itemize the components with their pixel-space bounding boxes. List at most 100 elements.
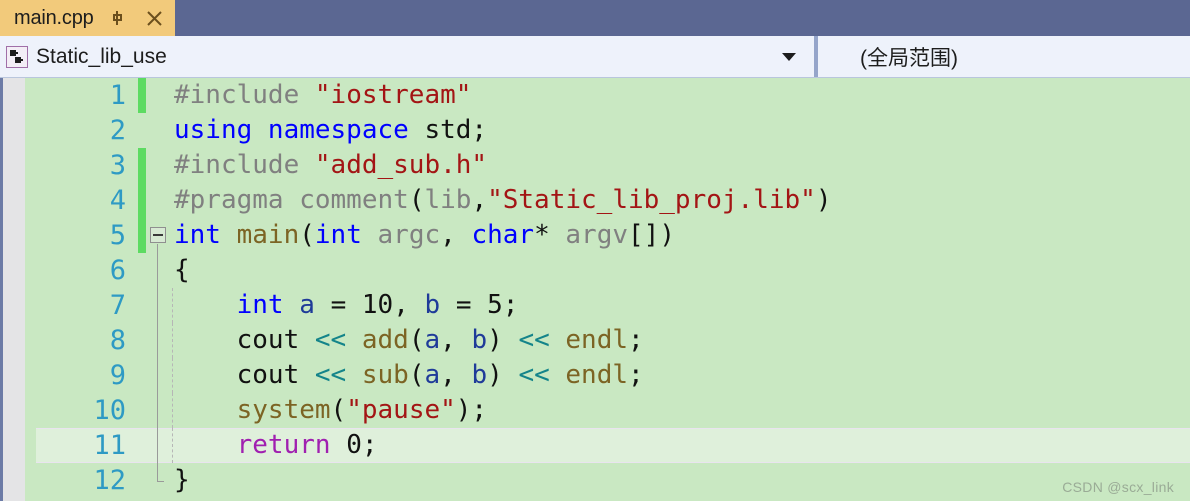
change-marker bbox=[138, 358, 146, 393]
code-token: } bbox=[174, 465, 190, 495]
code-text[interactable]: system("pause"); bbox=[172, 393, 1190, 428]
fold-column[interactable] bbox=[146, 113, 172, 148]
code-token: "add_sub.h" bbox=[314, 150, 488, 180]
code-text[interactable]: int a = 10, b = 5; bbox=[172, 288, 1190, 323]
fold-column[interactable] bbox=[146, 148, 172, 183]
code-token: ) bbox=[487, 325, 519, 355]
code-token: , bbox=[471, 185, 488, 215]
code-line[interactable]: 3 #include "add_sub.h" bbox=[25, 148, 1190, 183]
fold-guide bbox=[157, 253, 158, 288]
code-token: system bbox=[236, 395, 331, 425]
code-token: "Static_lib_proj.lib" bbox=[487, 185, 816, 215]
document-tab-strip: main.cpp bbox=[0, 0, 1190, 36]
member-scope-label: (全局范围) bbox=[860, 46, 958, 70]
code-token: b bbox=[471, 325, 488, 355]
fold-guide bbox=[157, 463, 158, 481]
code-line[interactable]: 7 int a = 10, b = 5; bbox=[25, 288, 1190, 323]
fold-column[interactable] bbox=[146, 323, 172, 358]
code-token: #include bbox=[174, 150, 315, 180]
code-editor[interactable]: 1 #include "iostream" 2 using namespace std… bbox=[0, 78, 1190, 501]
code-token: , bbox=[440, 220, 472, 250]
code-line[interactable]: 8 cout << add(a, b) << endl; bbox=[25, 323, 1190, 358]
change-marker bbox=[138, 113, 146, 148]
line-number: 9 bbox=[109, 360, 126, 391]
indent-guide bbox=[172, 288, 173, 323]
code-token: ; bbox=[628, 325, 644, 355]
code-line[interactable]: 5 int main(int argc, char* argv[]) bbox=[25, 218, 1190, 253]
line-number: 10 bbox=[93, 395, 126, 426]
indent-guide bbox=[172, 323, 173, 358]
fold-guide bbox=[157, 323, 158, 358]
indent-guide bbox=[172, 358, 173, 393]
fold-column[interactable] bbox=[146, 253, 172, 288]
pin-icon[interactable] bbox=[108, 7, 130, 29]
code-line[interactable]: 10 system("pause"); bbox=[25, 393, 1190, 428]
fold-guide-foot bbox=[157, 480, 164, 482]
tab-main-cpp[interactable]: main.cpp bbox=[0, 0, 175, 36]
code-text[interactable]: #pragma comment(lib,"Static_lib_proj.lib… bbox=[172, 183, 1190, 218]
code-token: char bbox=[471, 220, 535, 250]
fold-column[interactable] bbox=[146, 428, 172, 463]
line-number: 6 bbox=[109, 255, 126, 286]
code-token: ( bbox=[299, 220, 315, 250]
code-token: std; bbox=[424, 115, 488, 145]
code-token: main bbox=[236, 220, 300, 250]
fold-column[interactable] bbox=[146, 218, 172, 253]
code-text[interactable]: int main(int argc, char* argv[]) bbox=[172, 218, 1190, 253]
code-token: []) bbox=[628, 220, 675, 250]
code-token: a bbox=[424, 325, 441, 355]
code-line[interactable]: 4 #pragma comment(lib,"Static_lib_proj.li… bbox=[25, 183, 1190, 218]
code-token: ( bbox=[330, 395, 347, 425]
code-text[interactable]: } bbox=[172, 463, 1190, 498]
change-marker bbox=[138, 393, 146, 428]
code-token: b bbox=[424, 290, 456, 320]
tab-label: main.cpp bbox=[14, 6, 94, 29]
code-line[interactable]: 11 return 0; bbox=[25, 428, 1190, 463]
code-token: argc bbox=[377, 220, 441, 250]
code-token: #pragma comment bbox=[174, 185, 409, 215]
code-token: cout bbox=[236, 325, 315, 355]
change-marker bbox=[138, 463, 146, 498]
code-line[interactable]: 9 cout << sub(a, b) << endl; bbox=[25, 358, 1190, 393]
code-line[interactable]: 2 using namespace std; bbox=[25, 113, 1190, 148]
code-text[interactable]: #include "iostream" bbox=[172, 78, 1190, 113]
fold-column[interactable] bbox=[146, 358, 172, 393]
code-text[interactable]: using namespace std; bbox=[172, 113, 1190, 148]
fold-column[interactable] bbox=[146, 463, 172, 498]
breakpoint-gutter[interactable] bbox=[0, 78, 25, 501]
visual-studio-editor-window: main.cpp Static_lib_use (全局范围) 1 #includ… bbox=[0, 0, 1190, 501]
change-marker bbox=[138, 288, 146, 323]
code-token: << bbox=[518, 360, 566, 390]
fold-column[interactable] bbox=[146, 78, 172, 113]
change-marker bbox=[138, 78, 146, 113]
collapse-region-icon[interactable] bbox=[150, 227, 166, 243]
project-scope-label: Static_lib_use bbox=[36, 44, 167, 68]
fold-column[interactable] bbox=[146, 393, 172, 428]
code-token: ) bbox=[815, 185, 832, 215]
fold-guide bbox=[157, 428, 158, 463]
code-text[interactable]: return 0; bbox=[172, 428, 1190, 463]
code-token: endl bbox=[565, 360, 629, 390]
code-line[interactable]: 1 #include "iostream" bbox=[25, 78, 1190, 113]
code-line[interactable]: 6{ bbox=[25, 253, 1190, 288]
code-token: ( bbox=[408, 360, 425, 390]
line-number: 5 bbox=[109, 220, 126, 251]
chevron-down-icon[interactable] bbox=[782, 52, 796, 61]
code-text[interactable]: cout << sub(a, b) << endl; bbox=[172, 358, 1190, 393]
indent-guide bbox=[172, 393, 173, 428]
code-text[interactable]: { bbox=[172, 253, 1190, 288]
close-icon[interactable] bbox=[144, 7, 166, 29]
code-token: { bbox=[174, 255, 190, 285]
code-text[interactable]: cout << add(a, b) << endl; bbox=[172, 323, 1190, 358]
fold-column[interactable] bbox=[146, 288, 172, 323]
code-line[interactable]: 12} bbox=[25, 463, 1190, 498]
fold-guide bbox=[157, 358, 158, 393]
code-text[interactable]: #include "add_sub.h" bbox=[172, 148, 1190, 183]
line-number: 1 bbox=[109, 80, 126, 111]
code-surface[interactable]: 1 #include "iostream" 2 using namespace std… bbox=[25, 78, 1190, 501]
member-scope-dropdown[interactable]: (全局范围) bbox=[818, 36, 1190, 77]
fold-column[interactable] bbox=[146, 183, 172, 218]
project-scope-dropdown[interactable]: Static_lib_use bbox=[0, 36, 818, 77]
